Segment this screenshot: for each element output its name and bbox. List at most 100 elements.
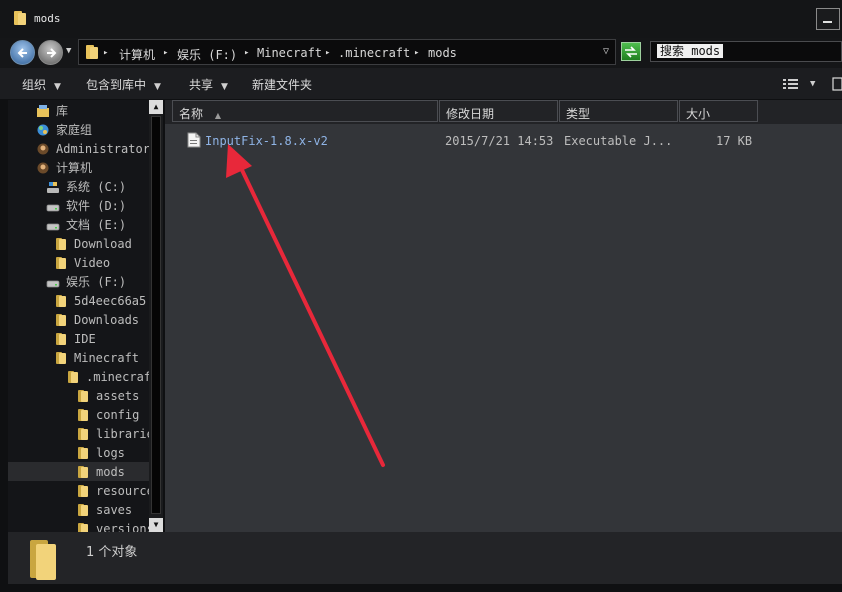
sidebar-item-label: 家庭组: [56, 123, 93, 137]
organize-button[interactable]: 组织 ▼: [22, 76, 61, 93]
view-options-icon[interactable]: [783, 78, 799, 90]
drive-icon: [46, 204, 60, 211]
sidebar-item[interactable]: Download: [8, 234, 149, 253]
sidebar-item-label: Download: [74, 236, 132, 251]
homegroup-icon: [37, 124, 49, 135]
file-type: Executable J...: [564, 134, 673, 148]
folder-icon: [78, 446, 88, 459]
preview-pane-icon[interactable]: [832, 77, 842, 91]
breadcrumb-mods[interactable]: mods: [428, 46, 457, 60]
view-dropdown-icon[interactable]: ▼: [810, 79, 815, 89]
folder-icon: [86, 45, 98, 59]
breadcrumb-separator[interactable]: ▸: [325, 48, 330, 58]
sidebar-item[interactable]: versions: [8, 519, 149, 532]
breadcrumb-minecraft[interactable]: Minecraft: [257, 46, 322, 60]
file-name[interactable]: InputFix-1.8.x-v2: [205, 134, 328, 148]
sidebar-item-label: IDE: [74, 331, 96, 346]
sidebar-item[interactable]: assets: [8, 386, 149, 405]
title-bar: mods: [0, 0, 842, 38]
column-header-name[interactable]: 名称 ▲: [172, 100, 438, 122]
column-header-type[interactable]: 类型: [559, 100, 678, 122]
sidebar-item-label: 5d4eec66a5: [74, 293, 147, 308]
folder-icon: [56, 237, 66, 250]
include-in-library-label: 包含到库中: [86, 78, 147, 92]
sidebar-item[interactable]: 软件 (D:): [8, 196, 149, 215]
library-icon: [37, 104, 49, 117]
sidebar-item[interactable]: config: [8, 405, 149, 424]
sidebar-item-label: 系统 (C:): [66, 180, 127, 194]
back-button[interactable]: [10, 40, 35, 65]
sidebar-item-label: 软件 (D:): [66, 199, 127, 213]
sidebar-item[interactable]: 计算机: [8, 158, 149, 177]
sidebar-item-label: 库: [56, 104, 69, 118]
breadcrumb-separator[interactable]: ▸: [244, 48, 249, 58]
breadcrumb-computer[interactable]: 计算机: [119, 46, 155, 63]
column-header-modified[interactable]: 修改日期: [439, 100, 558, 122]
arrow-right-icon: [46, 47, 56, 58]
command-bar: 组织 ▼ 包含到库中 ▼ 共享 ▼ 新建文件夹 ▼: [0, 68, 842, 99]
minimize-button[interactable]: [816, 8, 840, 30]
folder-icon: [56, 313, 66, 326]
include-in-library-button[interactable]: 包含到库中 ▼: [86, 76, 161, 93]
folder-icon: [68, 370, 78, 383]
column-header-size[interactable]: 大小: [679, 100, 758, 122]
folder-icon: [56, 256, 66, 269]
search-box[interactable]: 搜索 mods: [650, 41, 842, 62]
sidebar-item[interactable]: .minecraft: [8, 367, 149, 386]
refresh-button[interactable]: [621, 42, 641, 61]
sidebar-item[interactable]: mods: [8, 462, 149, 481]
breadcrumb-dot-minecraft[interactable]: .minecraft: [338, 46, 410, 60]
search-input[interactable]: 搜索 mods: [657, 44, 724, 58]
breadcrumb-separator[interactable]: ▸: [103, 48, 108, 58]
window-title: mods: [34, 12, 61, 25]
column-size-label: 大小: [686, 107, 711, 121]
sidebar-item[interactable]: Minecraft: [8, 348, 149, 367]
folder-icon: [78, 427, 88, 440]
sidebar-item[interactable]: 文档 (E:): [8, 215, 149, 234]
sidebar-item[interactable]: 库: [8, 101, 149, 120]
breadcrumb-separator[interactable]: ▸: [414, 48, 419, 58]
scroll-up-icon[interactable]: ▲: [149, 100, 163, 114]
sidebar-item[interactable]: 娱乐 (F:): [8, 272, 149, 291]
history-dropdown-icon[interactable]: ▼: [66, 46, 71, 56]
refresh-icon: [625, 45, 637, 58]
sidebar-item[interactable]: saves: [8, 500, 149, 519]
column-type-label: 类型: [566, 107, 591, 121]
forward-button[interactable]: [38, 40, 63, 65]
sidebar-item[interactable]: 家庭组: [8, 120, 149, 139]
sidebar-item[interactable]: Downloads: [8, 310, 149, 329]
share-button[interactable]: 共享 ▼: [189, 76, 228, 93]
address-bar[interactable]: ▸ 计算机 ▸ 娱乐 (F:) ▸ Minecraft ▸ .minecraft…: [78, 39, 616, 65]
sidebar-item-label: Minecraft: [74, 350, 140, 365]
sidebar-item[interactable]: Video: [8, 253, 149, 272]
folder-icon: [78, 503, 88, 516]
sidebar-item[interactable]: 5d4eec66a5: [8, 291, 149, 310]
breadcrumb-drive-f[interactable]: 娱乐 (F:): [177, 46, 237, 63]
sidebar-item-label: Administrator: [56, 141, 149, 156]
chevron-down-icon: ▼: [154, 82, 161, 92]
user-icon: [37, 143, 49, 154]
scroll-thumb[interactable]: [151, 116, 161, 514]
navigation-scrollbar[interactable]: ▲ ▼: [149, 100, 163, 532]
drive-icon: [46, 280, 60, 287]
breadcrumb-separator[interactable]: ▸: [163, 48, 168, 58]
scroll-down-icon[interactable]: ▼: [149, 518, 163, 532]
sidebar-item[interactable]: resourcepacks: [8, 481, 149, 500]
sidebar-item[interactable]: IDE: [8, 329, 149, 348]
new-folder-button[interactable]: 新建文件夹: [252, 76, 312, 93]
sidebar-item[interactable]: 系统 (C:): [8, 177, 149, 196]
drive-icon: [46, 223, 60, 230]
item-count: 1 个对象: [86, 545, 138, 560]
folder-icon: [56, 351, 66, 364]
address-dropdown-icon[interactable]: ▽: [603, 46, 609, 57]
sidebar-item-label: 计算机: [56, 161, 93, 175]
chevron-down-icon: ▼: [54, 82, 61, 92]
sidebar-item[interactable]: Administrator: [8, 139, 149, 158]
file-list-pane: 名称 ▲ 修改日期 类型 大小 InputFix-1.8.x-v2 2015/7…: [165, 100, 842, 532]
sidebar-item[interactable]: libraries: [8, 424, 149, 443]
sidebar-item-label: resourcepacks: [96, 483, 149, 498]
navigation-bar: ▼ ▸ 计算机 ▸ 娱乐 (F:) ▸ Minecraft ▸ .minecra…: [0, 38, 842, 68]
sidebar-item-label: versions: [96, 521, 149, 533]
sidebar-item[interactable]: logs: [8, 443, 149, 462]
sidebar-item-label: config: [96, 407, 140, 422]
